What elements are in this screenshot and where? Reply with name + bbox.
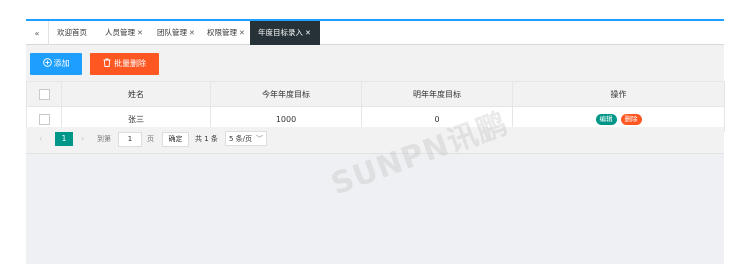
row-checkbox[interactable] [38,113,50,125]
current-page[interactable]: 1 [55,132,73,146]
page-size-select[interactable]: 5 条/页 ﹀ [225,131,267,146]
select-all-cell [26,81,62,107]
data-table: 姓名 今年年度目标 明年年度目标 操作 张三 1000 0 编辑 删除 [26,81,725,132]
tab-welcome[interactable]: 欢迎首页 [57,21,87,45]
batch-delete-button[interactable]: 批量删除 [90,53,159,75]
header-next-year-target: 明年年度目标 [361,81,513,107]
close-icon[interactable]: ✕ [189,29,195,37]
next-page-icon[interactable]: › [81,134,84,143]
tab-bar: « 欢迎首页 人员管理 ✕ 团队管理 ✕ 权限管理 ✕ 年度目标录入 ✕ [26,19,724,45]
tab-permission[interactable]: 权限管理 ✕ [207,21,245,45]
confirm-button[interactable]: 确定 [162,132,189,147]
prev-page-icon[interactable]: ‹ [39,134,42,143]
chevron-down-icon: ﹀ [256,135,263,143]
plus-circle-icon [42,58,52,67]
goto-label: 到第 [97,135,111,143]
tab-team[interactable]: 团队管理 ✕ [157,21,195,45]
select-all-checkbox[interactable] [38,88,50,100]
page-label: 页 [147,135,154,143]
total-count: 共 1 条 [195,135,218,143]
tab-personnel[interactable]: 人员管理 ✕ [105,21,143,45]
header-this-year-target: 今年年度目标 [210,81,362,107]
delete-button[interactable]: 删除 [620,113,642,125]
close-icon[interactable]: ✕ [239,29,245,37]
edit-button[interactable]: 编辑 [595,113,617,125]
tab-annual-target[interactable]: 年度目标录入 ✕ [250,21,320,45]
toolbar: 添加 批量删除 [26,45,724,81]
table-header-row: 姓名 今年年度目标 明年年度目标 操作 [26,81,725,107]
tab-scroll-left-icon[interactable]: « [26,21,49,45]
close-icon[interactable]: ✕ [305,29,311,37]
header-actions: 操作 [512,81,725,107]
page-input[interactable]: 1 [118,132,142,147]
add-button[interactable]: 添加 [30,53,82,75]
trash-icon [103,58,111,67]
pagination: ‹ 1 › 到第 1 页 确定 共 1 条 5 条/页 ﹀ [26,127,724,154]
app-frame: « 欢迎首页 人员管理 ✕ 团队管理 ✕ 权限管理 ✕ 年度目标录入 ✕ 添加 批量删除… [26,19,725,264]
close-icon[interactable]: ✕ [137,29,143,37]
header-name: 姓名 [61,81,211,107]
